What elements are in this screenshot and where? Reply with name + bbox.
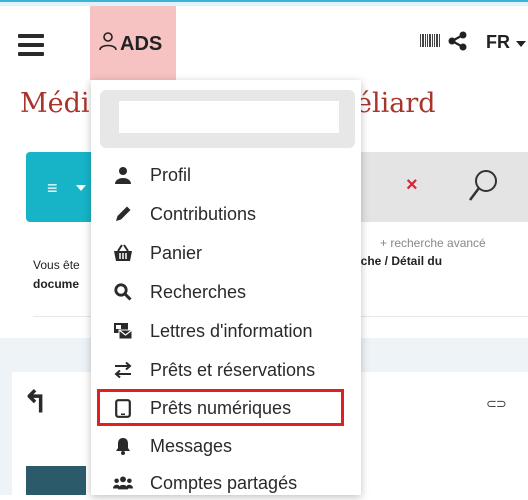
breadcrumb: Vous ête docume [33, 256, 80, 294]
menu-item-prets-reservations[interactable]: Prêts et réservations [101, 353, 351, 387]
link-icon[interactable]: ⊂⊃ [486, 396, 507, 412]
search-icon[interactable] [468, 169, 498, 203]
advanced-search-link[interactable]: + recherche avancé [380, 236, 486, 250]
menu-item-label: Contributions [150, 203, 257, 224]
newsletter-icon [113, 321, 133, 341]
list-icon: ≡ [47, 178, 58, 198]
breadcrumb-path: rche / Détail du [356, 254, 443, 268]
breadcrumb-line: docume [33, 277, 80, 291]
menu-item-profil[interactable]: Profil [101, 158, 351, 192]
account-dropdown-menu: Profil Contributions Panier Recherches L… [91, 80, 361, 495]
breadcrumb-line: Vous ête [33, 258, 80, 272]
pencil-icon [113, 204, 133, 224]
barcode-icon[interactable] [420, 34, 440, 47]
menu-item-label: Profil [150, 164, 192, 185]
caret-down-icon [76, 185, 86, 191]
users-icon [113, 473, 133, 493]
menu-item-panier[interactable]: Panier [101, 236, 351, 270]
page-title-end: éliard [356, 88, 436, 119]
clear-search-button[interactable]: × [406, 174, 418, 197]
caret-down-icon[interactable] [516, 41, 526, 47]
user-icon [99, 32, 117, 51]
page-title: Médi [20, 88, 90, 119]
exchange-icon [113, 360, 133, 380]
menu-item-messages[interactable]: Messages [101, 429, 351, 463]
menu-item-lettres[interactable]: Lettres d'information [101, 314, 351, 348]
menu-icon[interactable] [18, 34, 44, 56]
basket-icon [113, 243, 133, 263]
menu-item-label: Recherches [150, 281, 247, 302]
document-thumbnail[interactable] [26, 466, 86, 495]
menu-item-recherches[interactable]: Recherches [101, 275, 351, 309]
menu-item-label: Messages [150, 435, 233, 456]
back-arrow-icon[interactable]: ↰ [23, 385, 48, 420]
account-button[interactable]: ADS [90, 6, 176, 80]
dropdown-search-wrapper [100, 90, 355, 148]
search-icon [113, 282, 133, 302]
menu-item-label: Comptes partagés [150, 472, 298, 493]
account-label: ADS [120, 33, 163, 55]
bell-icon [113, 436, 133, 456]
dropdown-search-input[interactable] [119, 101, 339, 133]
search-type-selector[interactable]: ≡ [26, 152, 98, 222]
menu-item-label: Lettres d'information [150, 320, 313, 341]
menu-item-contributions[interactable]: Contributions [101, 197, 351, 231]
user-icon [113, 165, 133, 185]
search-bar: × [344, 152, 528, 222]
menu-item-label: Panier [150, 242, 203, 263]
language-selector[interactable]: FR [486, 32, 510, 53]
highlight-box [97, 389, 344, 426]
share-icon[interactable] [448, 31, 468, 51]
menu-item-label: Prêts et réservations [150, 359, 316, 380]
